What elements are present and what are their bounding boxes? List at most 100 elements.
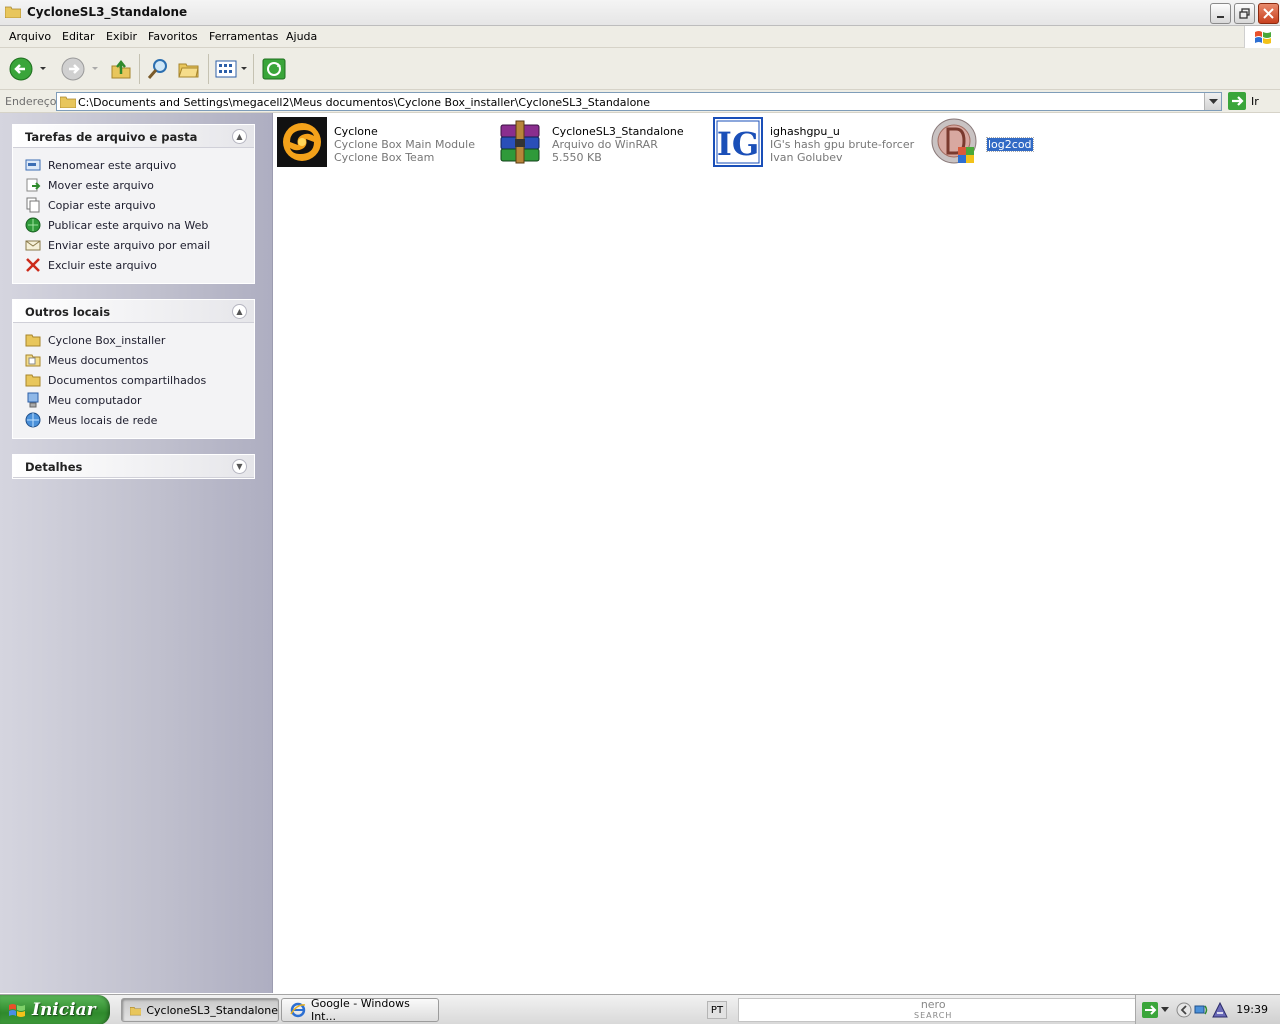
sync-icon <box>262 58 286 80</box>
ig-app-icon: IG <box>713 117 763 167</box>
taskbar-button-ie[interactable]: Google - Windows Int... <box>281 997 439 1023</box>
panel-title: Tarefas de arquivo e pasta <box>25 130 198 144</box>
details-header[interactable]: Detalhes ▼ <box>13 455 254 478</box>
file-item-log2cod[interactable]: log2cod <box>930 117 1145 167</box>
up-folder-icon <box>111 59 131 79</box>
my-documents-icon <box>25 352 41 368</box>
task-rename[interactable]: Renomear este arquivo <box>25 155 254 175</box>
computer-icon <box>25 392 41 408</box>
expand-icon[interactable]: ▼ <box>232 459 247 474</box>
task-publish-web[interactable]: Publicar este arquivo na Web <box>25 215 254 235</box>
task-copy[interactable]: Copiar este arquivo <box>25 195 254 215</box>
panel-title: Outros locais <box>25 305 111 319</box>
taskbar: Iniciar CycloneSL3_Standalone Google - W… <box>0 994 1280 1024</box>
file-item-cyclone[interactable]: Cyclone Cyclone Box Main Module Cyclone … <box>277 117 492 167</box>
taskbar-button-explorer[interactable]: CycloneSL3_Standalone <box>121 998 279 1022</box>
chevron-down-icon[interactable] <box>1161 1007 1169 1013</box>
task-delete[interactable]: Excluir este arquivo <box>25 255 254 275</box>
back-arrow-icon <box>9 57 33 81</box>
file-tasks-header[interactable]: Tarefas de arquivo e pasta ▲ <box>13 125 254 148</box>
file-type: Arquivo do WinRAR <box>552 138 658 151</box>
sync-button[interactable] <box>261 54 287 84</box>
collapse-icon[interactable]: ▲ <box>232 304 247 319</box>
menu-ajuda[interactable]: Ajuda <box>286 30 317 43</box>
file-view[interactable]: Cyclone Cyclone Box Main Module Cyclone … <box>274 113 1280 993</box>
winrar-archive-icon <box>500 120 540 164</box>
search-button[interactable] <box>146 54 170 84</box>
clock[interactable]: 19:39 <box>1236 1003 1268 1016</box>
shared-folder-icon <box>25 372 41 388</box>
place-network[interactable]: Meus locais de rede <box>25 410 254 430</box>
minimize-icon <box>1216 15 1224 18</box>
chevron-down-icon <box>1208 98 1218 104</box>
collapse-icon[interactable]: ▲ <box>232 129 247 144</box>
views-button[interactable] <box>215 54 248 84</box>
cyclone-app-icon <box>277 117 327 167</box>
file-item-cyclonesl3-standalone[interactable]: CycloneSL3_Standalone Arquivo do WinRAR … <box>495 117 710 167</box>
folders-button[interactable] <box>177 54 201 84</box>
chevron-down-icon <box>40 67 46 70</box>
go-arrow-icon <box>1228 92 1246 110</box>
up-folder-button[interactable] <box>110 54 132 84</box>
toolbar <box>0 48 1280 90</box>
nero-search-logo: nero SEARCH <box>914 998 953 1020</box>
file-item-ighashgpu-u[interactable]: IG ighashgpu_u IG's hash gpu brute-force… <box>713 117 928 167</box>
place-cyclone-box-installer[interactable]: Cyclone Box_installer <box>25 330 254 350</box>
menu-editar[interactable]: Editar <box>62 30 95 43</box>
forward-button[interactable] <box>60 54 100 84</box>
task-move[interactable]: Mover este arquivo <box>25 175 254 195</box>
show-hidden-icons-icon[interactable] <box>1176 1002 1192 1018</box>
go-label: Ir <box>1251 94 1259 108</box>
other-places-header[interactable]: Outros locais ▲ <box>13 300 254 323</box>
forward-arrow-icon <box>61 57 85 81</box>
file-name: log2cod <box>986 137 1034 152</box>
file-name: ighashgpu_u <box>770 125 840 138</box>
address-path: C:\Documents and Settings\megacell2\Meus… <box>78 96 651 109</box>
back-button[interactable] <box>8 54 48 84</box>
views-icon <box>215 60 237 78</box>
menu-exibir[interactable]: Exibir <box>106 30 137 43</box>
file-description: IG's hash gpu brute-forcer <box>770 138 915 151</box>
title-bar[interactable]: CycloneSL3_Standalone <box>0 0 1280 26</box>
file-tasks-panel: Tarefas de arquivo e pasta ▲ Renomear es… <box>12 124 255 284</box>
chevron-down-icon <box>92 67 98 70</box>
chevron-down-icon <box>241 67 247 70</box>
email-icon <box>25 237 41 253</box>
delete-icon <box>25 257 41 273</box>
other-places-panel: Outros locais ▲ Cyclone Box_installer Me… <box>12 299 255 439</box>
task-email[interactable]: Enviar este arquivo por email <box>25 235 254 255</box>
publish-web-icon <box>25 217 41 233</box>
details-panel: Detalhes ▼ <box>12 454 255 479</box>
windows-logo-icon <box>9 1004 25 1017</box>
windows-logo-icon <box>1244 26 1280 48</box>
address-bar: Endereço C:\Documents and Settings\megac… <box>0 90 1280 113</box>
file-description: Cyclone Box Main Module <box>334 138 475 151</box>
place-my-documents[interactable]: Meus documentos <box>25 350 254 370</box>
address-input[interactable]: C:\Documents and Settings\megacell2\Meus… <box>56 92 1222 111</box>
menu-arquivo[interactable]: Arquivo <box>9 30 51 43</box>
window-title: CycloneSL3_Standalone <box>27 5 188 19</box>
language-indicator[interactable]: PT <box>707 1001 727 1019</box>
place-my-computer[interactable]: Meu computador <box>25 390 254 410</box>
restore-button[interactable] <box>1234 3 1255 24</box>
network-status-icon[interactable] <box>1194 1002 1210 1018</box>
menu-favoritos[interactable]: Favoritos <box>148 30 198 43</box>
menu-ferramentas[interactable]: Ferramentas <box>209 30 278 43</box>
minimize-button[interactable] <box>1210 3 1231 24</box>
file-name: CycloneSL3_Standalone <box>552 125 684 138</box>
folder-icon <box>130 1006 142 1015</box>
network-icon <box>25 412 41 428</box>
close-button[interactable] <box>1258 3 1279 24</box>
address-dropdown-button[interactable] <box>1204 93 1221 110</box>
file-company: Cyclone Box Team <box>334 151 435 164</box>
go-button[interactable]: Ir <box>1228 92 1259 110</box>
start-button[interactable]: Iniciar <box>0 995 110 1024</box>
nero-search-go-icon[interactable] <box>1142 1002 1158 1018</box>
folders-icon <box>178 63 199 78</box>
address-label: Endereço <box>5 95 57 108</box>
copy-icon <box>25 197 41 213</box>
file-size: 5.550 KB <box>552 151 602 164</box>
nero-search-box[interactable]: nero SEARCH <box>738 998 1138 1022</box>
antivirus-tray-icon[interactable] <box>1212 1002 1228 1018</box>
place-shared-documents[interactable]: Documentos compartilhados <box>25 370 254 390</box>
